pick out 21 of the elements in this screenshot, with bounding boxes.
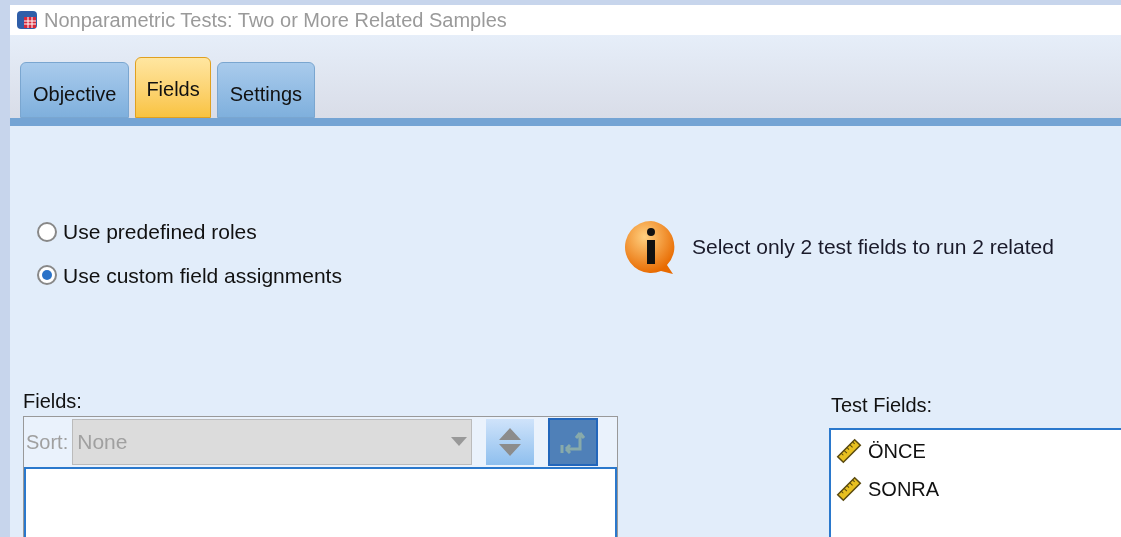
- up-down-icon: [498, 426, 523, 458]
- test-fields-list[interactable]: ÖNCE SONRA: [829, 428, 1121, 537]
- radio-label: Use custom field assignments: [63, 262, 342, 289]
- radio-label: Use predefined roles: [63, 219, 257, 245]
- info-message: Select only 2 test fields to run 2 related: [692, 234, 1054, 261]
- caret-icon: [451, 437, 468, 447]
- tab[interactable]: Settings: [216, 62, 315, 118]
- sort-order-button[interactable]: [486, 419, 535, 465]
- app-icon: [16, 10, 38, 30]
- sort-alpha-button[interactable]: [548, 418, 599, 466]
- window-title: Nonparametric Tests: Two or More Related Samples: [44, 8, 507, 33]
- field-item[interactable]: SONRA: [868, 474, 940, 504]
- tab[interactable]: Fields: [135, 57, 211, 118]
- fields-list[interactable]: [24, 467, 617, 537]
- field-item[interactable]: ÖNCE: [868, 436, 926, 466]
- sort-label: Sort:: [26, 430, 69, 455]
- radio-button[interactable]: [37, 221, 57, 242]
- test-fields-label: Test Fields:: [831, 393, 933, 418]
- tab[interactable]: Objective: [20, 62, 130, 118]
- radio-button[interactable]: [37, 265, 57, 286]
- fields-label: Fields:: [23, 389, 82, 414]
